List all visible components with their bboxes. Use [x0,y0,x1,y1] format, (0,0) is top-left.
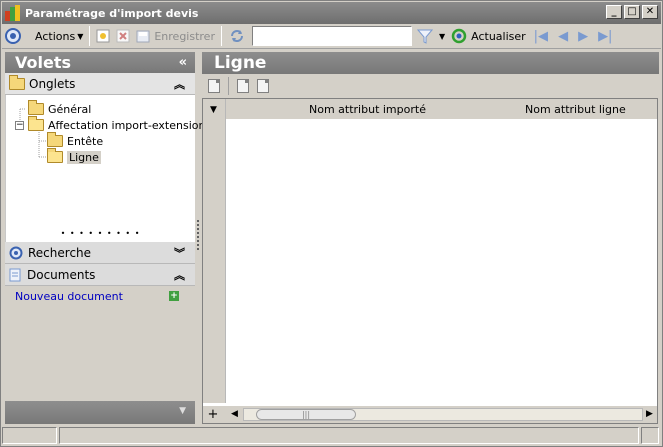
horizontal-scrollbar[interactable]: + ◀ ||| ▶ [203,406,657,423]
folder-open-icon [47,148,63,163]
folder-open-icon [28,116,44,131]
new-record-icon[interactable] [237,79,249,93]
toolbar-separator [89,26,91,46]
status-bar [2,426,661,445]
refresh-icon [451,28,467,44]
refresh-label: Actualiser [471,29,526,43]
close-button[interactable]: ✕ [642,5,658,19]
expand-down-icon[interactable]: ︾ [174,245,185,261]
title-bar: Paramétrage d'import devis _ □ ✕ [2,2,661,24]
app-window: Paramétrage d'import devis _ □ ✕ Actions… [0,0,663,447]
tree-item-label: Affectation import-extension [48,118,206,132]
save-button[interactable]: Enregistrer [133,25,218,47]
actions-label: Actions [35,29,76,43]
status-field [2,427,57,444]
tree-item-label: Général [48,102,92,116]
row-indicator-icon: ▼ [210,105,217,115]
add-row-icon[interactable]: + [203,407,223,422]
first-record-icon[interactable]: |◀ [534,29,548,44]
refresh-button[interactable]: Actualiser [448,25,529,47]
tree-item-ligne[interactable]: Ligne [47,148,101,165]
volets-header: Volets « [5,52,195,73]
app-icon [5,5,21,21]
scroll-left-icon[interactable]: ◀ [231,409,238,419]
recherche-header[interactable]: Recherche ︾ [5,242,195,264]
left-panel-footer: ▼ [5,401,195,424]
folder-icon [28,100,44,115]
scroll-track[interactable]: ||| [243,408,643,421]
folder-icon [9,74,25,90]
documents-header[interactable]: Documents ︽ [5,264,195,286]
toolbar: Actions ▼ Enregistrer ▼ Actualiser |◀ ◀ … [2,24,661,49]
collapse-panel-icon[interactable]: « [179,55,187,70]
new-icon[interactable] [93,25,113,47]
data-grid: Nom attribut importé Nom attribut ligne … [202,98,658,424]
page-title: Ligne [214,53,267,73]
onglets-tree: Général − Affectation import-extension E… [5,95,205,230]
scroll-thumb[interactable]: ||| [256,409,356,420]
chevron-down-icon: ▼ [77,31,84,41]
recherche-label: Recherche [28,245,92,260]
edit-record-icon[interactable] [208,79,220,93]
save-label: Enregistrer [154,29,215,43]
onglets-label: Onglets [29,76,76,91]
home-icon[interactable] [2,25,24,47]
next-record-icon[interactable]: ▶ [578,29,588,44]
filter-icon[interactable] [414,25,436,47]
volets-title: Volets [15,53,72,72]
right-panel-header: Ligne [202,52,659,74]
collapse-up-icon[interactable]: ︽ [174,76,185,92]
document-icon [9,268,21,281]
sync-icon[interactable] [225,25,249,47]
previous-record-icon[interactable]: ◀ [558,29,568,44]
save-icon [136,30,150,43]
documents-label: Documents [27,267,96,282]
column-header-nom-attribut-ligne[interactable]: Nom attribut ligne [525,103,626,116]
right-panel: Ligne Nom attribut importé Nom attribut … [202,52,659,424]
collapse-toggle-icon[interactable]: − [15,121,24,130]
toolbar-separator [228,77,229,95]
folder-icon [47,132,63,147]
left-panel: Volets « Onglets ︽ Général − Affectation… [5,52,205,424]
onglets-header[interactable]: Onglets ︽ [5,73,195,95]
collapse-up-icon[interactable]: ︽ [174,267,185,283]
tree-item-general[interactable]: Général [28,100,92,117]
toolbar-separator [220,26,222,46]
row-selector-column: ▼ [203,99,226,403]
last-record-icon[interactable]: ▶| [598,29,612,44]
scroll-right-icon[interactable]: ▶ [646,409,653,419]
new-document-link[interactable]: Nouveau document [15,290,123,303]
tree-item-entete[interactable]: Entête [47,132,104,149]
delete-icon[interactable] [113,25,133,47]
actions-menu-button[interactable]: Actions ▼ [32,25,86,47]
copy-record-icon[interactable] [257,79,269,93]
chevron-down-icon[interactable]: ▼ [179,406,186,416]
grid-header: Nom attribut importé Nom attribut ligne [203,99,657,119]
tree-item-affectation[interactable]: Affectation import-extension [28,116,206,133]
grid-toolbar [202,74,659,98]
maximize-button[interactable]: □ [624,5,640,19]
window-title: Paramétrage d'import devis [25,6,199,20]
search-input[interactable] [251,26,412,46]
resize-grip-icon[interactable] [641,427,659,444]
tree-item-label: Entête [67,134,104,148]
column-header-nom-attribut-importe[interactable]: Nom attribut importé [309,103,426,116]
add-icon[interactable]: + [169,291,179,301]
tree-item-label: Ligne [67,150,101,164]
panel-splitter[interactable] [196,52,201,424]
documents-pane: Nouveau document + [5,286,195,306]
resize-grip[interactable]: • • • • • • • • • [5,230,195,242]
search-icon [9,246,23,259]
status-field [59,427,639,444]
filter-dropdown-chevron-icon[interactable]: ▼ [436,25,448,47]
minimize-button[interactable]: _ [606,5,622,19]
